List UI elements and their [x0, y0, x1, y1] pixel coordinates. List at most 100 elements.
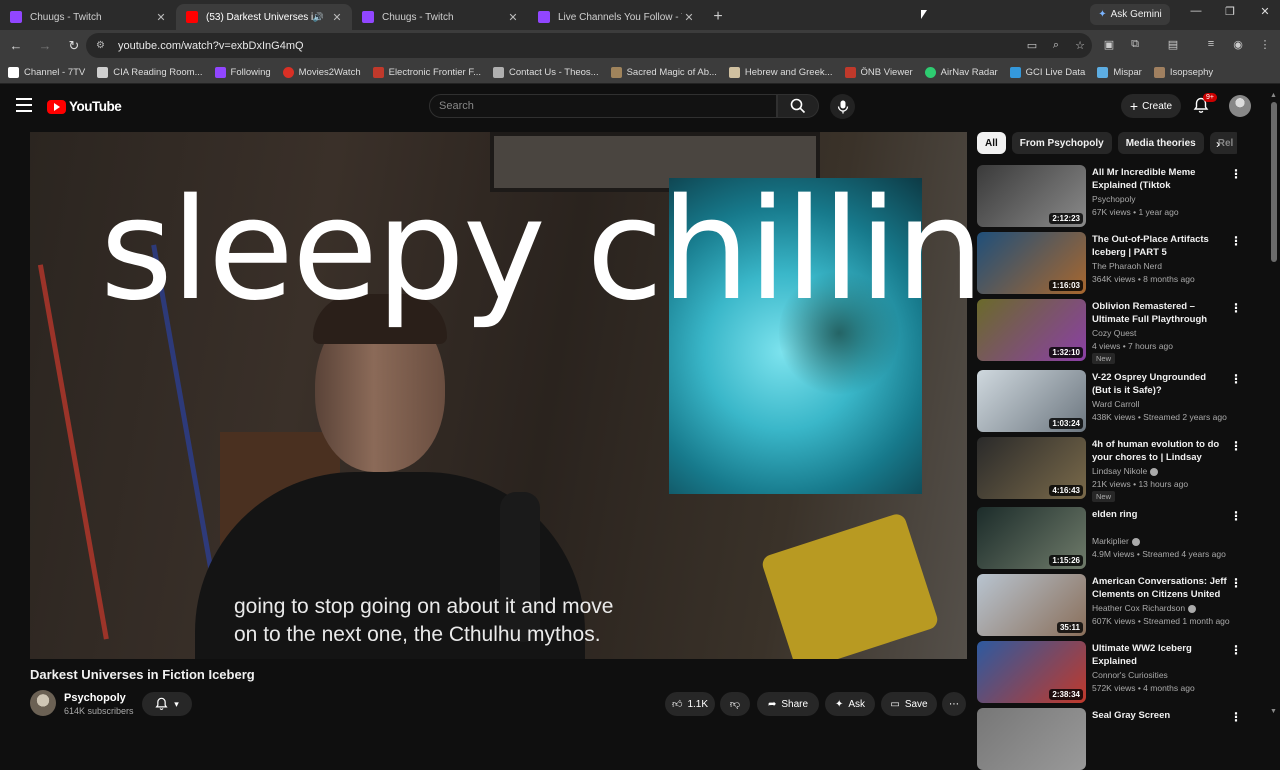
- more-vertical-icon[interactable]: ⋮: [1230, 643, 1242, 657]
- hamburger-menu-icon[interactable]: [16, 98, 32, 112]
- tab-2[interactable]: Chuugs - Twitch ✕: [352, 4, 528, 30]
- bookmark-item[interactable]: GCI Live Data: [1009, 66, 1085, 78]
- recommended-video-title[interactable]: Seal Gray Screen: [1092, 709, 1227, 722]
- ask-button[interactable]: ✦ Ask: [825, 692, 875, 716]
- bookmark-item[interactable]: Isopsephy: [1153, 66, 1213, 78]
- back-icon[interactable]: ←: [3, 38, 29, 53]
- bookmark-item[interactable]: Channel - 7TV: [8, 66, 85, 78]
- media-icon[interactable]: ≡: [1202, 38, 1220, 50]
- bookmark-item[interactable]: Hebrew and Greek...: [728, 66, 833, 78]
- like-button[interactable]: 👍︎ 1.1K: [665, 692, 715, 716]
- bookmark-item[interactable]: Sacred Magic of Ab...: [610, 66, 717, 78]
- reload-icon[interactable]: ↻: [61, 38, 87, 54]
- more-vertical-icon[interactable]: ⋮: [1230, 710, 1242, 724]
- voice-search-button[interactable]: [830, 94, 855, 119]
- bookmark-item[interactable]: ÖNB Viewer: [844, 66, 913, 78]
- recommended-channel[interactable]: Psychopoly: [1092, 194, 1135, 204]
- more-vertical-icon[interactable]: ⋮: [1230, 234, 1242, 248]
- scroll-up-icon[interactable]: ▲: [1270, 92, 1277, 99]
- youtube-logo[interactable]: YouTube: [47, 99, 122, 114]
- recommended-video-title[interactable]: American Conversations: Jeff Clements on…: [1092, 575, 1227, 601]
- recommended-video-title[interactable]: All Mr Incredible Meme Explained (Tiktok…: [1092, 166, 1227, 192]
- minimize-icon[interactable]: —: [1186, 5, 1206, 17]
- tab-3[interactable]: Live Channels You Follow - Twit ✕: [528, 4, 704, 30]
- video-thumbnail[interactable]: 1:32:10: [977, 299, 1086, 361]
- bookmark-item[interactable]: Mispar: [1097, 66, 1142, 78]
- video-thumbnail[interactable]: 1:16:03: [977, 232, 1086, 294]
- url-text[interactable]: youtube.com/watch?v=exbDxInG4mQ: [118, 40, 1020, 52]
- recommended-video-title[interactable]: 4h of human evolution to do your chores …: [1092, 438, 1227, 464]
- tab-1[interactable]: (53) Darkest Universes in Fi 🔊 ✕: [176, 4, 352, 30]
- menu-icon[interactable]: ⋮: [1256, 38, 1274, 51]
- address-bar[interactable]: ⚙ youtube.com/watch?v=exbDxInG4mQ ▭ ⌕ ☆: [86, 33, 1092, 58]
- sidepanel-icon[interactable]: ▤: [1164, 38, 1182, 51]
- bookmark-item[interactable]: Contact Us - Theos...: [493, 66, 599, 78]
- more-actions-button[interactable]: ⋯: [942, 692, 966, 716]
- recommended-video[interactable]: 1:15:26 elden ring Markiplier 4.9M views • …: [977, 507, 1242, 569]
- account-avatar[interactable]: [1229, 95, 1251, 117]
- chip-media-theories[interactable]: Media theories: [1117, 132, 1204, 154]
- recommended-video[interactable]: 35:11 American Conversations: Jeff Clemen…: [977, 574, 1242, 636]
- chip-all[interactable]: All: [977, 132, 1006, 154]
- recommended-channel[interactable]: Heather Cox Richardson: [1092, 603, 1197, 613]
- chip-related[interactable]: Rel: [1209, 132, 1237, 154]
- channel-avatar[interactable]: [30, 690, 56, 716]
- more-vertical-icon[interactable]: ⋮: [1230, 372, 1242, 386]
- save-button[interactable]: ▭ Save: [881, 692, 937, 716]
- bookmark-item[interactable]: Electronic Frontier F...: [372, 66, 481, 78]
- tab-0[interactable]: Chuugs - Twitch ✕: [0, 4, 176, 30]
- subscription-notification-button[interactable]: ▾: [142, 692, 192, 716]
- search-button[interactable]: [777, 94, 819, 118]
- recommended-video-title[interactable]: elden ring: [1092, 508, 1227, 521]
- site-info-icon[interactable]: ⚙: [96, 40, 110, 51]
- recommended-channel[interactable]: Markiplier: [1092, 536, 1140, 546]
- recommended-channel[interactable]: Cozy Quest: [1092, 328, 1136, 338]
- scroll-down-icon[interactable]: ▼: [1270, 708, 1277, 715]
- more-vertical-icon[interactable]: ⋮: [1230, 439, 1242, 453]
- video-thumbnail[interactable]: 2:12:23: [977, 165, 1086, 227]
- chip-from-psychopoly[interactable]: From Psychopoly: [1011, 132, 1112, 154]
- zoom-icon[interactable]: ⌕: [1044, 39, 1068, 52]
- bookmark-item[interactable]: AirNav Radar: [924, 66, 998, 78]
- recommended-video[interactable]: 4:16:43 4h of human evolution to do your …: [977, 437, 1242, 502]
- recommended-channel[interactable]: Ward Carroll: [1092, 399, 1139, 409]
- video-thumbnail[interactable]: 4:16:43: [977, 437, 1086, 499]
- close-tab-icon[interactable]: ✕: [330, 11, 344, 24]
- dislike-button[interactable]: 👎︎: [720, 692, 750, 716]
- share-button[interactable]: ➦ Share: [757, 692, 819, 716]
- more-vertical-icon[interactable]: ⋮: [1230, 301, 1242, 315]
- bookmark-item[interactable]: Following: [214, 66, 271, 78]
- extensions-icon[interactable]: ⧉: [1126, 38, 1144, 51]
- new-tab-button[interactable]: +: [704, 4, 732, 30]
- more-vertical-icon[interactable]: ⋮: [1230, 167, 1242, 181]
- search-input[interactable]: Search: [429, 94, 777, 118]
- recommended-video[interactable]: 1:03:24 V-22 Osprey Ungrounded (But is it…: [977, 370, 1242, 432]
- video-thumbnail[interactable]: 35:11: [977, 574, 1086, 636]
- recommended-video[interactable]: Seal Gray Screen ⋮: [977, 708, 1242, 770]
- more-vertical-icon[interactable]: ⋮: [1230, 509, 1242, 523]
- twitch-extension-icon[interactable]: ▣: [1100, 38, 1118, 51]
- bookmark-item[interactable]: Movies2Watch: [282, 66, 361, 78]
- recommended-channel[interactable]: Lindsay Nikole: [1092, 466, 1159, 476]
- speaker-icon[interactable]: 🔊: [313, 12, 324, 23]
- cast-icon[interactable]: ▭: [1020, 39, 1044, 52]
- page-scrollbar[interactable]: [1271, 102, 1277, 262]
- more-vertical-icon[interactable]: ⋮: [1230, 576, 1242, 590]
- create-button[interactable]: + Create: [1121, 94, 1181, 118]
- forward-icon[interactable]: →: [32, 38, 58, 53]
- recommended-video[interactable]: 2:12:23 All Mr Incredible Meme Explained …: [977, 165, 1242, 227]
- recommended-video[interactable]: 1:32:10 Oblivion Remastered – Ultimate Fu…: [977, 299, 1242, 364]
- video-thumbnail[interactable]: 2:38:34: [977, 641, 1086, 703]
- close-tab-icon[interactable]: ✕: [682, 11, 696, 24]
- chevron-right-icon[interactable]: ›: [1216, 137, 1220, 151]
- video-thumbnail[interactable]: 1:03:24: [977, 370, 1086, 432]
- video-thumbnail[interactable]: 1:15:26: [977, 507, 1086, 569]
- close-tab-icon[interactable]: ✕: [154, 11, 168, 24]
- bookmark-item[interactable]: CIA Reading Room...: [97, 66, 203, 78]
- recommended-video[interactable]: 2:38:34 Ultimate WW2 Iceberg Explained Con…: [977, 641, 1242, 703]
- close-tab-icon[interactable]: ✕: [506, 11, 520, 24]
- channel-name[interactable]: Psychopoly: [64, 692, 126, 704]
- recommended-video-title[interactable]: The Out-of-Place Artifacts Iceberg | PAR…: [1092, 233, 1227, 259]
- recommended-channel[interactable]: Connor's Curiosities: [1092, 670, 1168, 680]
- restore-icon[interactable]: ❐: [1220, 5, 1240, 18]
